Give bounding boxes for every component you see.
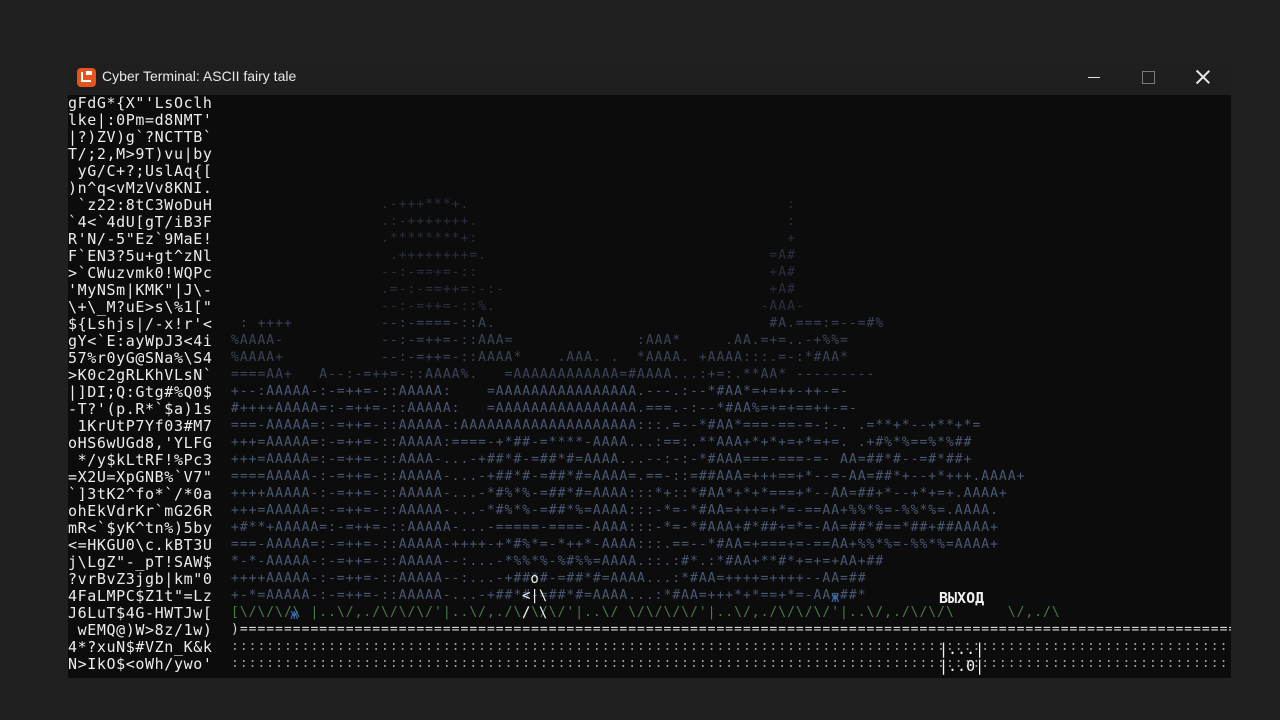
grass-ground: [\/\/\/\ |..\/,./\/\/\/'|..\/,./\/\/\/'|… (231, 605, 1061, 620)
exit-label: ВЫХОД (939, 589, 985, 607)
city-skyline-row: +--:AAAAA-:-=++=-::AAAAA: =AAAAAAAAAAAAA… (231, 384, 849, 399)
stream-line: 4*?xuN$#VZn_K&k (68, 638, 213, 656)
close-button[interactable] (1175, 59, 1231, 95)
maximize-icon (1141, 70, 1155, 84)
exit-door: ВЫХОД |...| |..0| |...| (939, 556, 997, 676)
stream-line: 57%r0yG@SNa%\S4 (68, 349, 213, 367)
minimize-icon (1088, 76, 1100, 78)
stream-line: `]3tK2^fo*`/*0a (68, 485, 213, 503)
city-skyline-row: .:-+++++++. : (231, 214, 796, 229)
stream-line: oHS6wUGd8,'YLFG (68, 434, 213, 452)
city-skyline-row: .=-:-==++=:-:- +A# (231, 282, 796, 297)
floor-pattern: ::::::::::::::::::::::::::::::::::::::::… (231, 639, 1231, 654)
city-skyline-row: *-*-AAAAA-:-=++=-::AAAAA--:...-*%%*%-%#%… (231, 554, 885, 569)
close-icon (1196, 70, 1210, 84)
city-skyline-row: --:-=++=-::%. -AAA- (231, 299, 805, 314)
stream-line: lke|:0Pm=d8NMT' (68, 111, 213, 129)
stream-line: wEMQ@)W>8z/1w) (68, 621, 213, 639)
stream-line: |]DI;Q:Gtg#%Q0$ (68, 383, 213, 401)
city-skyline-row: ===-AAAAA=:-=++=-::AAAAA-++++-+*#%*=-*++… (231, 537, 999, 552)
stream-line: `4<`4dU[gT/iB3F (68, 213, 213, 231)
stream-line: N>IkO$<oWh/ywo' (68, 655, 213, 673)
city-skyline-row: ++++AAAAA-:-=++=-::AAAAA--:...-+##*#-=##… (231, 571, 867, 586)
exit-door-frame: |...| |..0| |...| (939, 640, 985, 676)
stream-line: |?)ZV)g`?NCTTB` (68, 128, 213, 146)
stream-line: gFdG*{X"'LsOclh (68, 95, 213, 112)
floor-pattern: ::::::::::::::::::::::::::::::::::::::::… (231, 656, 1231, 671)
stream-line: j\LgZ"-_pT!SAW$ (68, 553, 213, 571)
stream-line: \+\_M?uE>s\%1[" (68, 298, 213, 316)
stream-line: yG/C+?;UslAq{[ (68, 162, 213, 180)
stream-line: ?vrBvZ3jgb|km"0 (68, 570, 213, 588)
terminal-screen: gFdG*{X"'LsOclh lke|:0Pm=d8NMT' |?)ZV)g`?N… (68, 95, 1231, 675)
city-skyline-row: +-*=AAAAA-:-=++=-::AAAAA-...-+##*#-=##*#… (231, 588, 867, 603)
rail-track: )=======================================… (231, 622, 1231, 637)
city-skyline-row: +++=AAAAA=:-=++=-::AAAAA-...-*#%*%-=##*%… (231, 503, 999, 518)
city-skyline-row: ====AA+ A--:-=++=-::AAAA%. =AAAAAAAAAAAA… (231, 367, 876, 382)
stream-line: 'MyNSm|KMK"|J\- (68, 281, 213, 299)
title-bar[interactable]: Cyber Terminal: ASCII fairy tale (68, 59, 1231, 95)
app-logo-icon (77, 68, 96, 87)
stream-line: >K0c2gRLKhVLsN` (68, 366, 213, 384)
city-skyline-row: ===-AAAAA=:-=++=-::AAAAA-:AAAAAAAAAAAAAA… (231, 418, 982, 433)
city-skyline-row: .++++++++=. =A# (231, 248, 796, 263)
city-skyline-row: --:-==+=-:: +A# (231, 265, 796, 280)
bug-enemy: ж (831, 590, 840, 606)
app-window: Cyber Terminal: ASCII fairy tale gFdG*{X… (68, 59, 1231, 678)
stream-line: gY<`E:ayWpJ3<4i (68, 332, 213, 350)
stream-line: F`EN3?5u+gt^zNl (68, 247, 213, 265)
stream-line: ohEkVdrKr`mG26R (68, 502, 213, 520)
random-character-stream: gFdG*{X"'LsOclh lke|:0Pm=d8NMT' |?)ZV)g`?N… (68, 95, 231, 675)
city-skyline-row: .********+: + (231, 231, 796, 246)
stream-line: mR<`$yK^tn%)5by (68, 519, 213, 537)
window-title: Cyber Terminal: ASCII fairy tale (102, 68, 297, 84)
city-skyline-row: #++++AAAAA=:-=++=-::AAAAA: =AAAAAAAAAAAA… (231, 401, 858, 416)
city-skyline-row: ++++AAAAA-:-=++=-::AAAAA-...-*#%*%-=##*#… (231, 486, 1008, 501)
city-skyline-row: ====AAAAA-:-=++=-::AAAAA-...-+##*#-=##*#… (231, 469, 1026, 484)
stream-line: R'N/-5"Ez`9MaE! (68, 230, 213, 248)
game-scene: .-+++***+. : .:-+++++++. : .********+: +… (231, 95, 1231, 675)
city-skyline-row: %AAAA- --:-=++=-::AAA= :AAA* .AA.=+=..-+… (231, 333, 849, 348)
city-skyline-row: +#**+AAAAA=:-=++=-::AAAAA-...-=====-====… (231, 520, 999, 535)
city-skyline-row: .-+++***+. : (231, 197, 796, 212)
player-character: o <|\ / \ (522, 571, 548, 621)
bug-enemy: ж (290, 607, 299, 623)
stream-line: -T?'(p.R*`$a)1s (68, 400, 213, 418)
stream-line: T/;2,M>9T)vu|by (68, 145, 213, 163)
city-skyline-row: +++=AAAAA=:-=++=-::AAAAA:====-+*##-=****… (231, 435, 973, 450)
stream-line: )n^q<vMzVv8KNI. (68, 179, 213, 197)
stream-line: >`CWuzvmk0!WQPc (68, 264, 213, 282)
stream-line: `z22:8tC3WoDuH (68, 196, 213, 214)
minimize-button[interactable] (1066, 59, 1122, 95)
stream-line: =X2U=XpGNB%`V7" (68, 468, 213, 486)
city-skyline-row: : ++++ --:-====-::A. #A.===:=--=#% (231, 316, 885, 331)
city-skyline-row: +++=AAAAA=:-=++=-::AAAA-...-+##*#-=##*#=… (231, 452, 973, 467)
stream-line: ${Lshjs|/-x!r'< (68, 315, 213, 333)
stream-line: 4FaLMPC$Z1t"=Lz (68, 587, 213, 605)
stream-line: <=HKGU0\c.kBT3U (68, 536, 213, 554)
stream-line: */y$kLtRF!%Pc3 (68, 451, 213, 469)
stream-line: 1KrUtP7Yf03#M7 (68, 417, 213, 435)
maximize-button[interactable] (1120, 59, 1176, 95)
stream-line: J6LuT$4G-HWTJw[ (68, 604, 213, 622)
city-skyline-row: %AAAA+ --:-=++=-::AAAA* .AAA. . *AAAA. +… (231, 350, 849, 365)
